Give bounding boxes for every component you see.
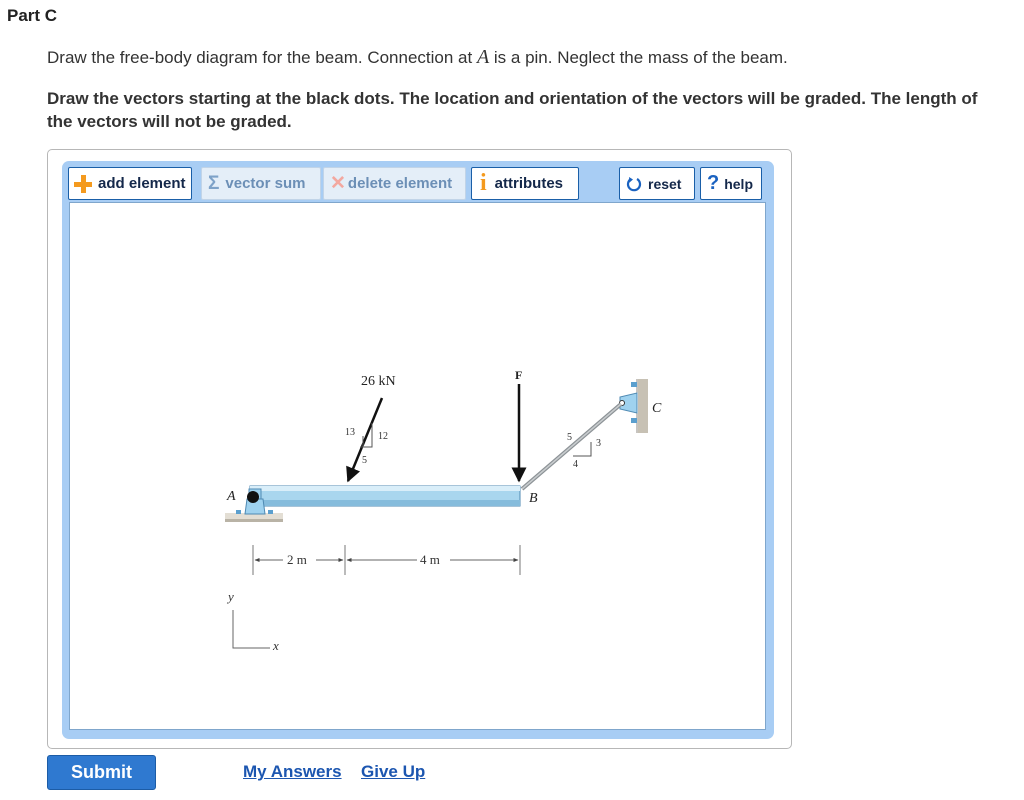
sigma-icon: Σ: [208, 172, 220, 194]
grading-instruction: Draw the vectors starting at the black d…: [47, 89, 978, 131]
x-icon: ✕: [330, 173, 346, 194]
info-icon: i: [480, 170, 487, 196]
plus-icon: [73, 174, 93, 194]
variable-a: A: [476, 46, 490, 68]
my-answers-link[interactable]: My Answers: [243, 762, 342, 782]
give-up-link[interactable]: Give Up: [361, 762, 425, 782]
submit-button[interactable]: Submit: [47, 755, 156, 790]
drawing-canvas[interactable]: [69, 202, 766, 730]
part-title: Part C: [7, 6, 58, 25]
delete-element-button[interactable]: ✕ delete element: [323, 167, 466, 200]
reset-button[interactable]: reset: [619, 167, 695, 200]
reset-icon: [626, 176, 642, 192]
attributes-button[interactable]: i attributes: [471, 167, 579, 200]
question-icon: ?: [707, 172, 720, 194]
instruction-text: Draw the free-body diagram for the beam.…: [47, 46, 788, 68]
help-button[interactable]: ? help: [700, 167, 762, 200]
vector-sum-button[interactable]: Σ vector sum: [201, 167, 321, 200]
add-element-button[interactable]: add element: [68, 167, 192, 200]
